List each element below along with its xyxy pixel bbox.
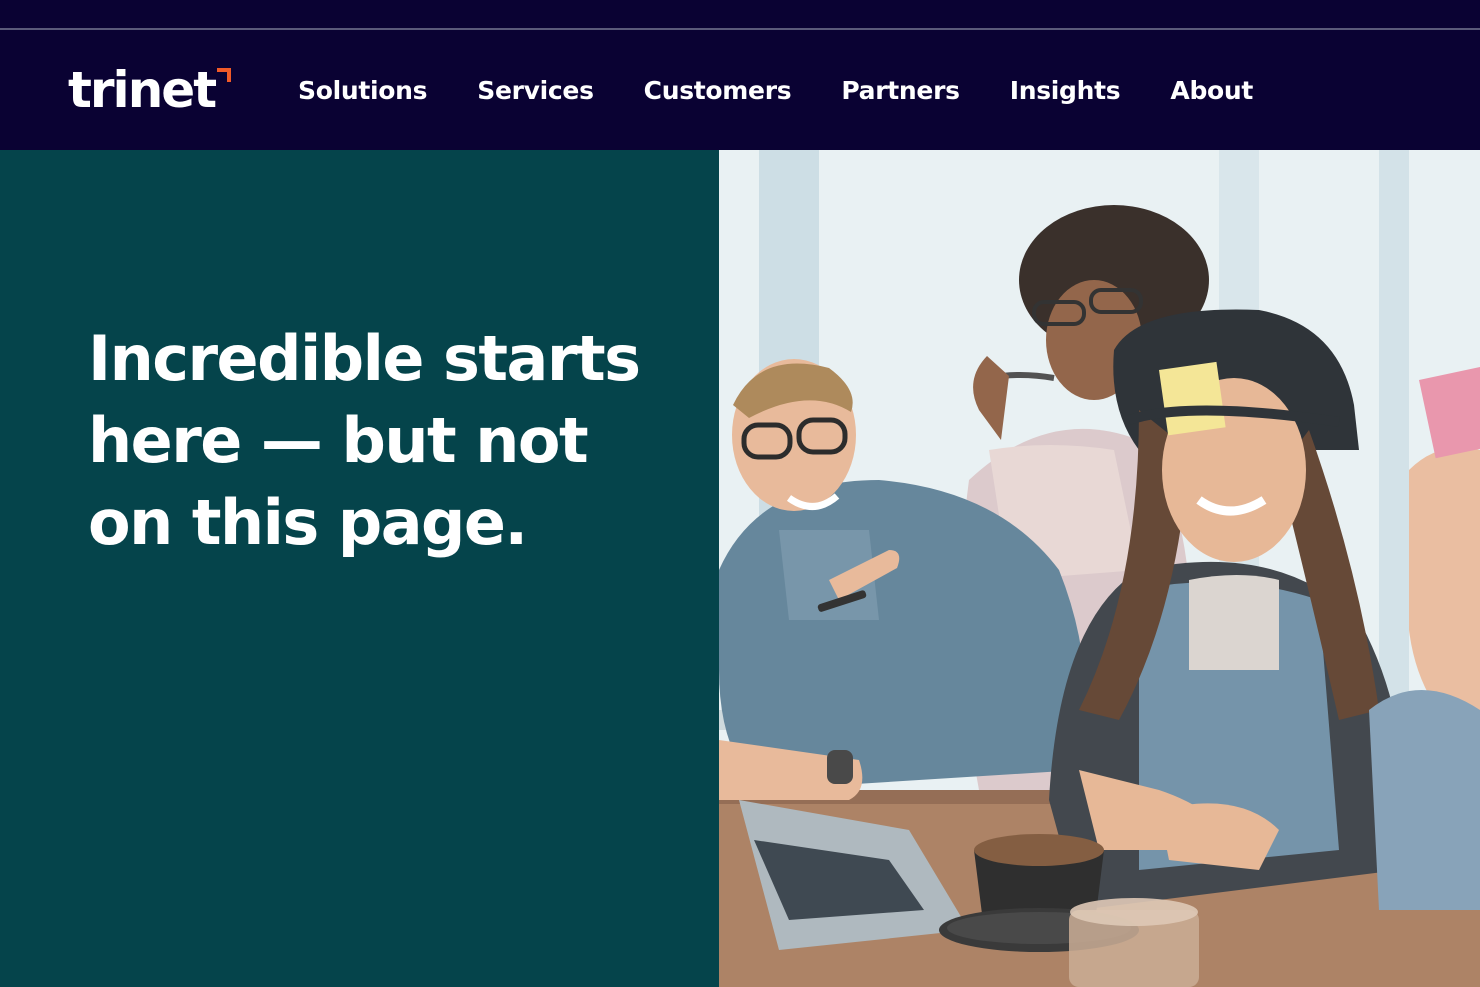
- nav-item-insights[interactable]: Insights: [1010, 76, 1121, 105]
- hero-photo-illustration: [719, 150, 1480, 987]
- hero-text-panel: Incredible starts here — but not on this…: [0, 150, 719, 987]
- top-utility-bar: [0, 0, 1480, 30]
- site-header: trinet Solutions Services Customers Part…: [0, 30, 1480, 150]
- hero-section: Incredible starts here — but not on this…: [0, 150, 1480, 987]
- nav-item-services[interactable]: Services: [477, 76, 594, 105]
- trinet-logo[interactable]: trinet: [68, 61, 232, 119]
- nav-item-customers[interactable]: Customers: [644, 76, 792, 105]
- nav-item-about[interactable]: About: [1170, 76, 1253, 105]
- logo-corner-mark-icon: [217, 68, 232, 82]
- nav-item-partners[interactable]: Partners: [841, 76, 960, 105]
- hero-title: Incredible starts here — but not on this…: [88, 322, 641, 559]
- nav-item-solutions[interactable]: Solutions: [298, 76, 428, 105]
- main-nav: Solutions Services Customers Partners In…: [298, 30, 1303, 150]
- hero-photo: [719, 150, 1480, 987]
- logo-text: trinet: [68, 61, 217, 119]
